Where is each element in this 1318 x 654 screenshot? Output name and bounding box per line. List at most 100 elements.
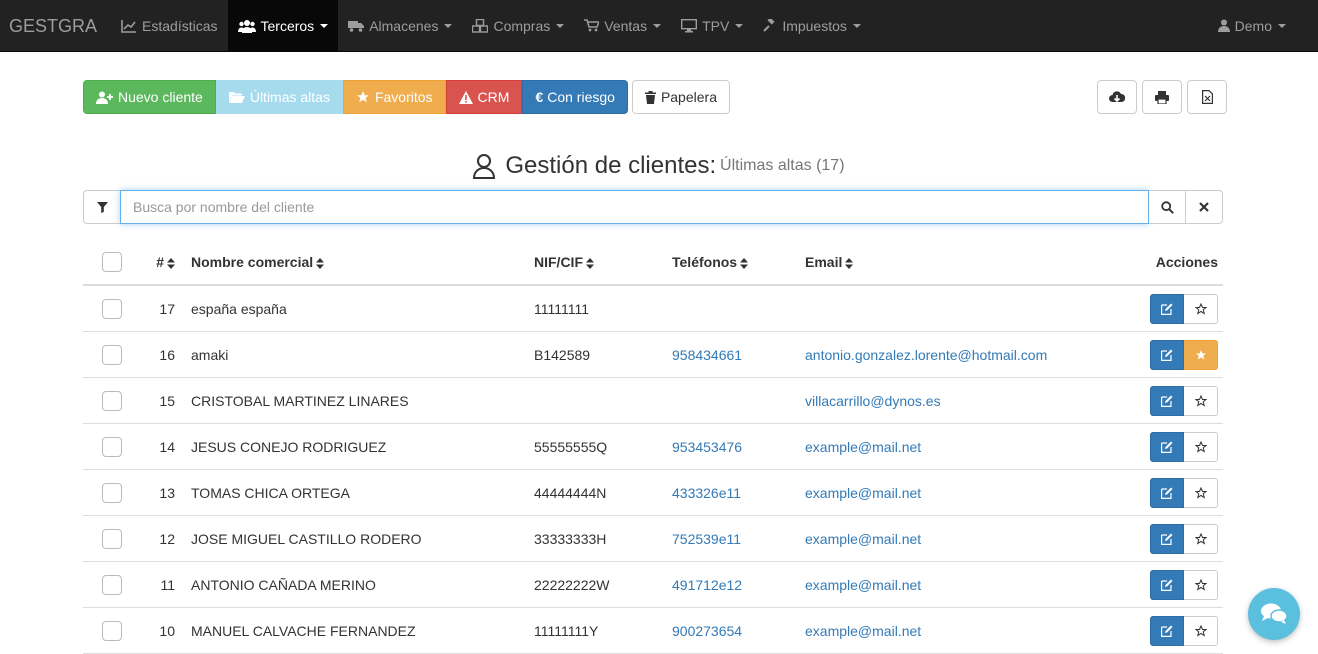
caret-down-icon [852, 23, 861, 28]
trash-button[interactable]: Papelera [631, 80, 730, 114]
nav-label: TPV [702, 17, 730, 34]
row-checkbox[interactable] [102, 620, 122, 641]
row-phone-link[interactable]: 953453476 [672, 439, 742, 455]
favorite-toggle-button[interactable] [1184, 523, 1218, 554]
row-name[interactable]: amaki [175, 347, 534, 363]
clear-search-button[interactable] [1186, 190, 1223, 224]
search-icon [1160, 200, 1174, 214]
row-check-cell [83, 528, 143, 549]
edit-button[interactable] [1150, 431, 1184, 462]
row-email-link[interactable]: antonio.gonzalez.lorente@hotmail.com [805, 347, 1047, 363]
row-actions [1115, 477, 1223, 508]
table-row[interactable]: 14 JESUS CONEJO RODRIGUEZ 55555555Q 9534534… [83, 424, 1223, 470]
search-bar [83, 190, 1223, 224]
row-phone-link[interactable]: 491712e12 [672, 577, 742, 593]
row-checkbox[interactable] [102, 344, 122, 365]
nav-impuestos[interactable]: Impuestos [753, 0, 871, 51]
col-num[interactable]: # [143, 254, 175, 270]
trash-label: Papelera [660, 89, 717, 105]
row-email-link[interactable]: example@mail.net [805, 439, 921, 455]
table-row[interactable]: 16 amaki B142589 958434661 antonio.gonzalez.… [83, 332, 1223, 378]
row-name[interactable]: ANTONIO CAÑADA MERINO [175, 577, 534, 593]
table-row[interactable]: 13 TOMAS CHICA ORTEGA 44444444N 433326e11 ex… [83, 470, 1223, 516]
new-client-button[interactable]: Nuevo cliente [83, 80, 216, 114]
row-phone-link[interactable]: 900273654 [672, 623, 742, 639]
row-checkbox[interactable] [102, 390, 122, 411]
row-phone-link[interactable]: 752539e11 [672, 531, 741, 547]
favorite-toggle-button[interactable] [1184, 477, 1218, 508]
table-row[interactable]: 12 JOSE MIGUEL CASTILLO RODERO 33333333H 75… [83, 516, 1223, 562]
row-checkbox[interactable] [102, 482, 122, 503]
nav-label: Almacenes [369, 17, 439, 34]
edit-button[interactable] [1150, 569, 1184, 600]
table-row[interactable]: 17 españa españa 11111111 [83, 286, 1223, 332]
row-name[interactable]: JOSE MIGUEL CASTILLO RODERO [175, 531, 534, 547]
search-input[interactable] [120, 190, 1149, 224]
row-email-link[interactable]: example@mail.net [805, 623, 921, 639]
row-phone-link[interactable]: 433326e11 [672, 485, 741, 501]
excel-export-button[interactable] [1187, 80, 1227, 114]
favorite-toggle-button[interactable] [1184, 615, 1218, 646]
risk-button[interactable]: € Con riesgo [522, 80, 628, 114]
crm-button[interactable]: CRM [445, 80, 523, 114]
user-menu[interactable]: Demo [1208, 0, 1318, 51]
favorite-toggle-button[interactable] [1184, 385, 1218, 416]
favorite-toggle-button[interactable] [1184, 431, 1218, 462]
table-row[interactable]: 10 MANUEL CALVACHE FERNANDEZ 11111111Y 9002… [83, 608, 1223, 654]
print-button[interactable] [1142, 80, 1182, 114]
favorite-toggle-button[interactable] [1184, 569, 1218, 600]
table-body: 17 españa españa 11111111 16 amaki B142589 958… [83, 286, 1223, 654]
edit-button[interactable] [1150, 293, 1184, 324]
cart-icon [584, 19, 600, 32]
brand-logo[interactable]: GESTGRA [0, 0, 107, 51]
row-checkbox[interactable] [102, 436, 122, 457]
nav-compras[interactable]: Compras [462, 0, 574, 51]
col-nif[interactable]: NIF/CIF [534, 254, 672, 270]
nav-ventas[interactable]: Ventas [574, 0, 671, 51]
filter-button[interactable] [83, 190, 120, 224]
favorite-toggle-button[interactable] [1184, 339, 1218, 370]
row-phone-link[interactable]: 958434661 [672, 347, 742, 363]
row-checkbox[interactable] [102, 574, 122, 595]
row-name[interactable]: CRISTOBAL MARTINEZ LINARES [175, 393, 534, 409]
row-name[interactable]: españa españa [175, 301, 534, 317]
row-email-link[interactable]: villacarrillo@dynos.es [805, 393, 941, 409]
search-button[interactable] [1149, 190, 1186, 224]
row-email-link[interactable]: example@mail.net [805, 577, 921, 593]
row-name[interactable]: JESUS CONEJO RODRIGUEZ [175, 439, 534, 455]
favorite-toggle-button[interactable] [1184, 293, 1218, 324]
nav-label: Compras [493, 17, 551, 34]
edit-icon [1161, 395, 1173, 407]
row-email-link[interactable]: example@mail.net [805, 485, 921, 501]
sort-icon [586, 257, 594, 269]
edit-button[interactable] [1150, 523, 1184, 554]
edit-button[interactable] [1150, 477, 1184, 508]
row-email-link[interactable]: example@mail.net [805, 531, 921, 547]
nav-almacenes[interactable]: Almacenes [338, 0, 462, 51]
favorites-button[interactable]: Favoritos [342, 80, 446, 114]
row-actions [1115, 569, 1223, 600]
edit-button[interactable] [1150, 339, 1184, 370]
edit-button[interactable] [1150, 385, 1184, 416]
row-name[interactable]: MANUEL CALVACHE FERNANDEZ [175, 623, 534, 639]
nav-terceros[interactable]: Terceros [227, 0, 339, 51]
col-name[interactable]: Nombre comercial [175, 254, 534, 270]
select-all-checkbox[interactable] [102, 252, 122, 272]
col-phones[interactable]: Teléfonos [672, 254, 805, 270]
trash-icon [644, 90, 656, 104]
row-name[interactable]: TOMAS CHICA ORTEGA [175, 485, 534, 501]
row-nif: 11111111Y [534, 622, 599, 639]
row-checkbox[interactable] [102, 528, 122, 549]
col-num-label: # [156, 254, 164, 270]
nav-tpv[interactable]: TPV [671, 0, 753, 51]
edit-button[interactable] [1150, 615, 1184, 646]
nav-label: Terceros [260, 17, 315, 34]
row-checkbox[interactable] [102, 298, 122, 319]
download-button[interactable] [1097, 80, 1137, 114]
col-email[interactable]: Email [805, 254, 1115, 270]
chat-button[interactable] [1248, 588, 1300, 640]
table-row[interactable]: 15 CRISTOBAL MARTINEZ LINARES villacarrill… [83, 378, 1223, 424]
nav-estadisticas[interactable]: Estadísticas [111, 0, 227, 51]
latest-button[interactable]: Últimas altas [215, 80, 343, 114]
table-row[interactable]: 11 ANTONIO CAÑADA MERINO 22222222W 491712e1… [83, 562, 1223, 608]
